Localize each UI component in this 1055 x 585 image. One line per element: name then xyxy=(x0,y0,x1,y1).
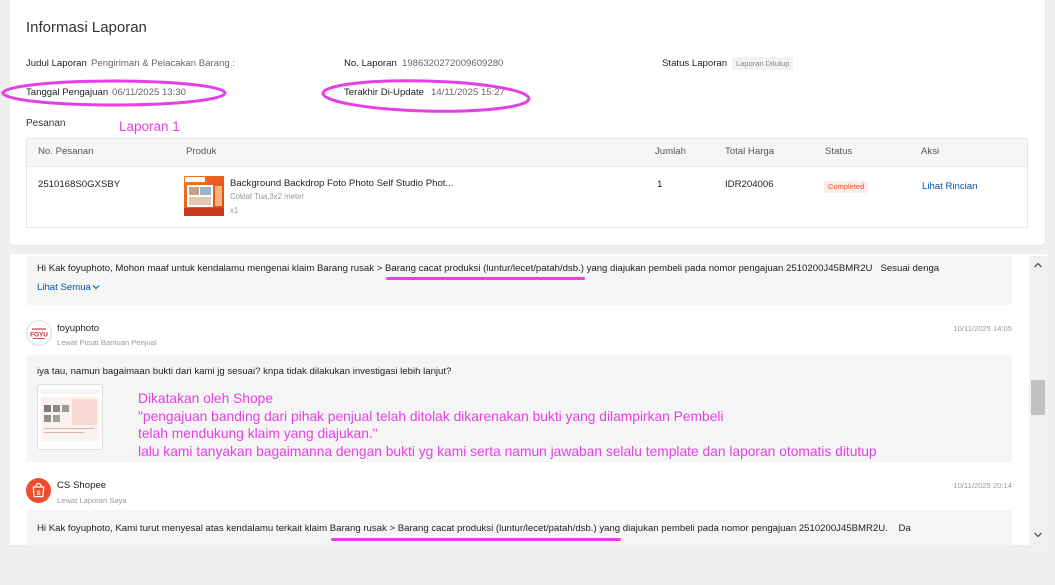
sender-name: foyuphoto xyxy=(57,323,100,334)
foyuphoto-logo-icon: FOYU xyxy=(26,320,52,346)
message-timestamp: 10/11/2025 14:05 xyxy=(953,324,1012,333)
column-header-total-price: Total Harga xyxy=(725,146,775,157)
message-text-part: yang diajukan pembeli pada nomor pengaju… xyxy=(583,263,940,274)
subject-value: Pengiriman & Pelacakan Barang : xyxy=(91,58,235,69)
submitted-date-value: 06/11/2025 13:30 xyxy=(112,87,186,98)
attachment-detail xyxy=(44,405,51,412)
subject-label: Judul Laporan xyxy=(26,58,87,69)
message-text-highlighted: Barang rusak > Barang cacat produksi (lu… xyxy=(329,523,597,534)
last-updated-value: 14/11/2025 15:27 xyxy=(431,87,505,98)
message-bubble: Hi Kak foyuphoto, Mohon maaf untuk kenda… xyxy=(26,256,1012,305)
order-total-price: IDR204006 xyxy=(725,179,774,190)
column-header-order-no: No. Pesanan xyxy=(38,146,94,157)
attachment-detail xyxy=(41,389,99,394)
thumbnail-detail xyxy=(215,186,222,206)
product-variant: Coklat Tua,3x2 meter xyxy=(230,192,305,201)
message-text-part: yang diajukan pembeli pada nomor pengaju… xyxy=(596,523,911,534)
view-details-link[interactable]: Lihat Rincian xyxy=(922,181,977,193)
report-status-label: Status Laporan xyxy=(662,58,728,69)
report-info-title: Informasi Laporan xyxy=(26,19,147,36)
thumbnail-detail xyxy=(185,177,205,182)
annotation-note: Dikatakan oleh Shope "pengajuan banding … xyxy=(138,390,877,461)
see-all-label: Lihat Semua xyxy=(37,282,91,293)
message-text-highlighted: Barang cacat produksi (luntur/lecet/pata… xyxy=(384,263,584,274)
scroll-down-arrow-icon[interactable] xyxy=(1033,531,1043,539)
attachment-detail xyxy=(44,415,51,422)
attachment-detail xyxy=(53,405,60,412)
chevron-down-icon xyxy=(92,285,100,290)
product-thumbnail[interactable] xyxy=(184,176,224,216)
attachment-detail xyxy=(44,428,94,429)
scrollbar-thumb[interactable] xyxy=(1031,380,1045,415)
orders-table: No. Pesanan Produk Jumlah Total Harga St… xyxy=(26,138,1028,228)
annotation-note-line: lalu kami tanyakan bagaimanna dengan buk… xyxy=(138,444,877,460)
annotation-note-line: "pengajuan banding dari pihak penjual te… xyxy=(138,408,724,424)
column-header-action: Aksi xyxy=(921,146,940,157)
column-header-product: Produk xyxy=(186,146,217,157)
product-item-quantity: x1 xyxy=(230,206,239,215)
avatar: FOYU xyxy=(26,320,52,351)
image-attachment-thumbnail[interactable] xyxy=(37,384,103,450)
thumbnail-detail xyxy=(200,187,211,195)
report-number-label: No. Laporan xyxy=(344,58,397,69)
chat-scrollbar[interactable] xyxy=(1029,256,1047,545)
message-text-part: Hi Kak foyuphoto, Kami turut menyesal at… xyxy=(37,523,330,534)
report-number-value: 1986320272009609280 xyxy=(402,58,504,69)
orders-table-header: No. Pesanan Produk Jumlah Total Harga St… xyxy=(27,139,1027,167)
thumbnail-detail xyxy=(189,187,199,195)
column-header-quantity: Jumlah xyxy=(655,146,686,157)
see-all-button[interactable]: Lihat Semua xyxy=(37,282,100,294)
shopee-logo-icon: S xyxy=(26,478,51,503)
message-text: iya tau, namun bagaimaan bukti dari kami… xyxy=(37,366,452,377)
submitted-date-label: Tanggal Pengajuan xyxy=(26,87,109,98)
annotation-note-line: telah mendukung klaim yang diajukan." xyxy=(138,426,378,442)
avatar: S xyxy=(26,478,51,508)
product-name[interactable]: Background Backdrop Foto Photo Self Stud… xyxy=(230,178,453,190)
attachment-detail xyxy=(53,415,60,422)
avatar-logo-text: S xyxy=(36,490,41,497)
scroll-up-arrow-icon[interactable] xyxy=(1033,261,1043,269)
attachment-detail xyxy=(44,432,84,433)
message-text: Hi Kak foyuphoto, Mohon maaf untuk kenda… xyxy=(37,263,1009,285)
order-status-badge: Completed xyxy=(824,181,869,193)
attachment-detail xyxy=(62,405,69,412)
last-updated-label: Terakhir Di-Update xyxy=(344,87,424,98)
order-quantity: 1 xyxy=(657,179,663,190)
order-number: 2510168S0GXSBY xyxy=(38,179,121,190)
annotation-report-tag: Laporan 1 xyxy=(119,119,180,134)
report-status-badge: Laporan Ditutup xyxy=(732,57,794,70)
message-timestamp: 10/11/2025 20:14 xyxy=(953,481,1012,490)
column-header-status: Status xyxy=(825,146,853,157)
message-bubble: Hi Kak foyuphoto, Kami turut menyesal at… xyxy=(26,510,1012,545)
sender-name: CS Shopee xyxy=(57,480,107,491)
message-channel: Lewat Laporan Saya xyxy=(57,496,127,505)
thumbnail-detail xyxy=(184,208,224,216)
avatar-logo-text: FOYU xyxy=(30,331,48,338)
message-text: Hi Kak foyuphoto, Kami turut menyesal at… xyxy=(37,523,1009,545)
message-channel: Lewat Pusat Bantuan Penjual xyxy=(57,338,157,347)
orders-section-label: Pesanan xyxy=(26,118,66,129)
thumbnail-detail xyxy=(189,197,211,205)
attachment-detail xyxy=(72,399,97,425)
annotation-note-line: Dikatakan oleh Shope xyxy=(138,391,273,406)
message-text-part: Hi Kak foyuphoto, Mohon maaf untuk kenda… xyxy=(37,263,385,274)
